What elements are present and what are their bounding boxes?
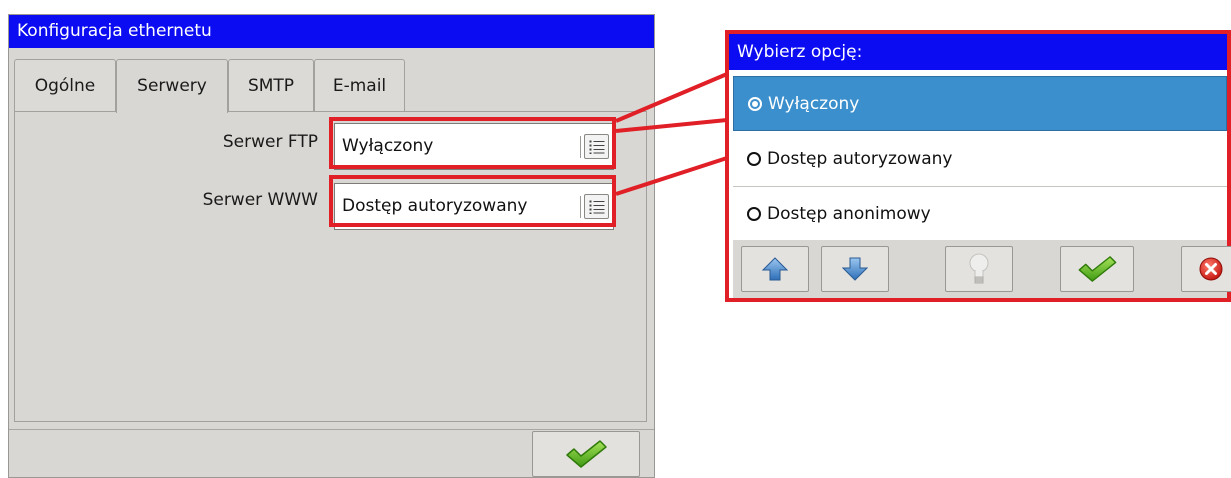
tab-servers[interactable]: Serwery [116, 59, 228, 113]
ftp-server-label: Serwer FTP [222, 132, 318, 152]
move-down-button[interactable] [821, 246, 889, 292]
dialog-title: Wybierz opcję: [729, 34, 1227, 70]
option-item-anonymous[interactable]: Dostęp anonimowy [733, 187, 1227, 242]
checkmark-icon [1078, 256, 1117, 282]
lightbulb-icon [969, 253, 989, 284]
cancel-icon [1199, 257, 1223, 281]
arrow-down-icon [842, 257, 868, 281]
option-label: Dostęp autoryzowany [767, 149, 953, 169]
ok-button[interactable] [532, 431, 640, 477]
tab-email[interactable]: E-mail [314, 59, 405, 111]
radio-unchecked-icon [747, 207, 761, 221]
option-item-disabled[interactable]: Wyłączony [733, 76, 1227, 131]
dialog-toolbar [733, 240, 1231, 298]
ethernet-config-window: Konfiguracja ethernetu Ogólne Serwery SM… [8, 14, 655, 478]
radio-checked-icon [748, 97, 762, 111]
tab-general[interactable]: Ogólne [14, 59, 116, 111]
www-highlight-frame [329, 175, 616, 227]
www-server-label: Serwer WWW [202, 190, 318, 210]
option-label: Wyłączony [768, 94, 860, 114]
hint-button[interactable] [945, 246, 1013, 292]
tab-smtp[interactable]: SMTP [228, 59, 314, 111]
confirm-button[interactable] [1060, 246, 1134, 292]
radio-unchecked-icon [747, 152, 761, 166]
option-picker-dialog: Wybierz opcję: Wyłączony Dostęp autoryzo… [725, 30, 1231, 302]
ftp-highlight-frame [329, 117, 616, 169]
footer-divider [9, 429, 654, 430]
window-title: Konfiguracja ethernetu [9, 15, 654, 48]
arrow-up-icon [762, 257, 788, 281]
option-label: Dostęp anonimowy [767, 204, 931, 224]
option-item-authorized[interactable]: Dostęp autoryzowany [733, 132, 1227, 187]
cancel-button[interactable] [1181, 246, 1231, 292]
move-up-button[interactable] [741, 246, 809, 292]
checkmark-icon [566, 440, 607, 468]
